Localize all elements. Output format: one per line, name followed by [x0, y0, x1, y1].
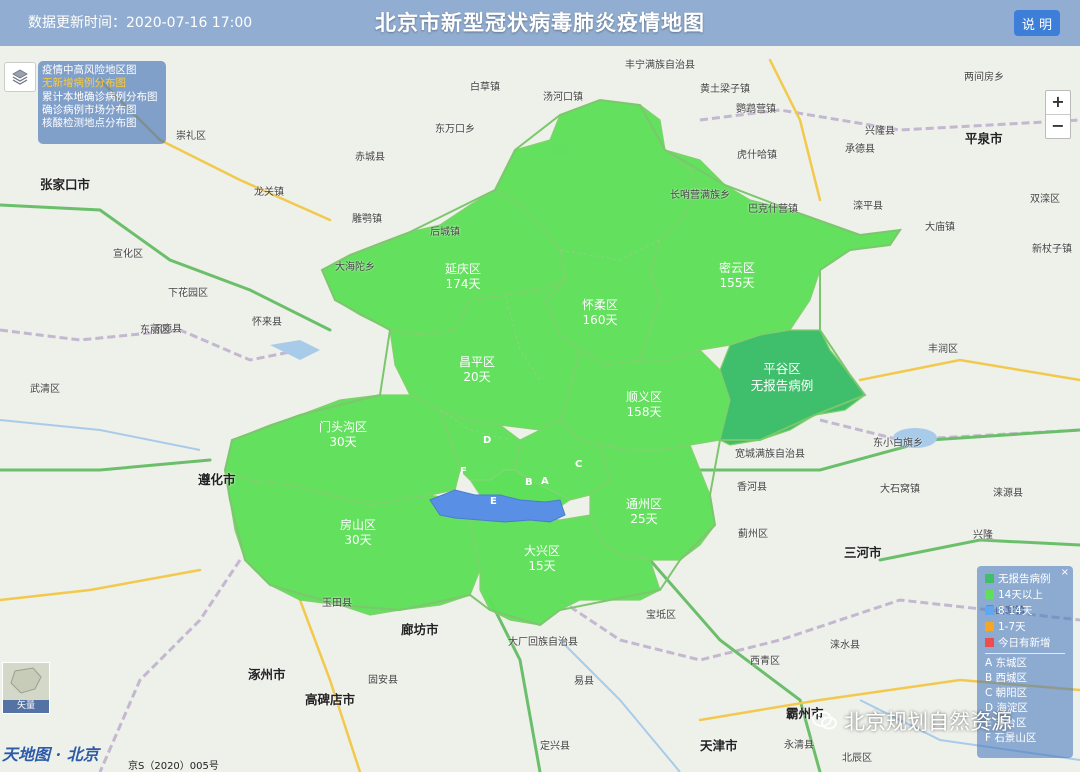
legend-swatch: [985, 605, 994, 615]
legend-divider: [985, 653, 1065, 654]
legend-swatch: [985, 573, 994, 583]
map-thumbnail-icon: [3, 663, 49, 700]
layer-item-testing-sites[interactable]: 核酸检测地点分布图: [42, 117, 166, 130]
zoom-in-button[interactable]: +: [1046, 91, 1070, 114]
legend-district-b: B 西城区: [985, 672, 1028, 684]
legend-label: 无报告病例: [998, 572, 1051, 585]
zoom-out-button[interactable]: −: [1046, 114, 1070, 138]
layer-item-cumulative-cases[interactable]: 累计本地确诊病例分布图: [42, 91, 166, 104]
legend-label: 8-14天: [998, 604, 1033, 617]
map-type-label: 矢量: [3, 700, 49, 713]
explain-button[interactable]: 说 明: [1014, 10, 1060, 36]
legend-item-over-14: 14天以上: [985, 586, 1073, 602]
legend-swatch: [985, 621, 994, 631]
shunyi-district: [559, 349, 731, 451]
legend-district-f: F 石景山区: [985, 732, 1037, 744]
copyright-text: 京S（2020）005号: [128, 761, 219, 772]
legend-item-1-7: 1-7天: [985, 618, 1073, 634]
layer-switcher-button[interactable]: [4, 62, 36, 92]
layer-item-risk-area[interactable]: 疫情中高风险地区图: [42, 64, 166, 77]
legend-item-8-14: 8-14天: [985, 602, 1073, 618]
legend-label: 1-7天: [998, 620, 1026, 633]
map-type-switch[interactable]: 矢量: [2, 662, 50, 714]
legend-swatch: [985, 589, 994, 599]
legend-label: 今日有新增: [998, 636, 1051, 649]
layer-item-no-new-cases[interactable]: 无新增病例分布图: [42, 77, 166, 90]
legend-close-icon[interactable]: ×: [1061, 567, 1069, 578]
legend-district-c: C 朝阳区: [985, 687, 1028, 699]
update-time: 数据更新时间：2020-07-16 17:00: [28, 15, 253, 31]
legend-district-a: A 东城区: [985, 657, 1028, 669]
layers-icon: [12, 69, 28, 85]
legend-swatch: [985, 637, 994, 647]
legend-label: 14天以上: [998, 588, 1043, 601]
legend-panel: × 无报告病例 14天以上 8-14天 1-7天 今日有新增 A 东城区 B 西…: [977, 566, 1073, 758]
layer-menu: 疫情中高风险地区图 无新增病例分布图 累计本地确诊病例分布图 确诊病例市场分布图…: [38, 61, 166, 144]
tianditu-logo: 天地图 · 北京: [2, 745, 99, 764]
layer-item-market-cases[interactable]: 确诊病例市场分布图: [42, 104, 166, 117]
legend-district-e: E 丰台区: [985, 717, 1027, 729]
legend-item-new-today: 今日有新增: [985, 634, 1073, 650]
legend-district-d: D 海淀区: [985, 702, 1028, 714]
zoom-control: + −: [1045, 90, 1071, 139]
